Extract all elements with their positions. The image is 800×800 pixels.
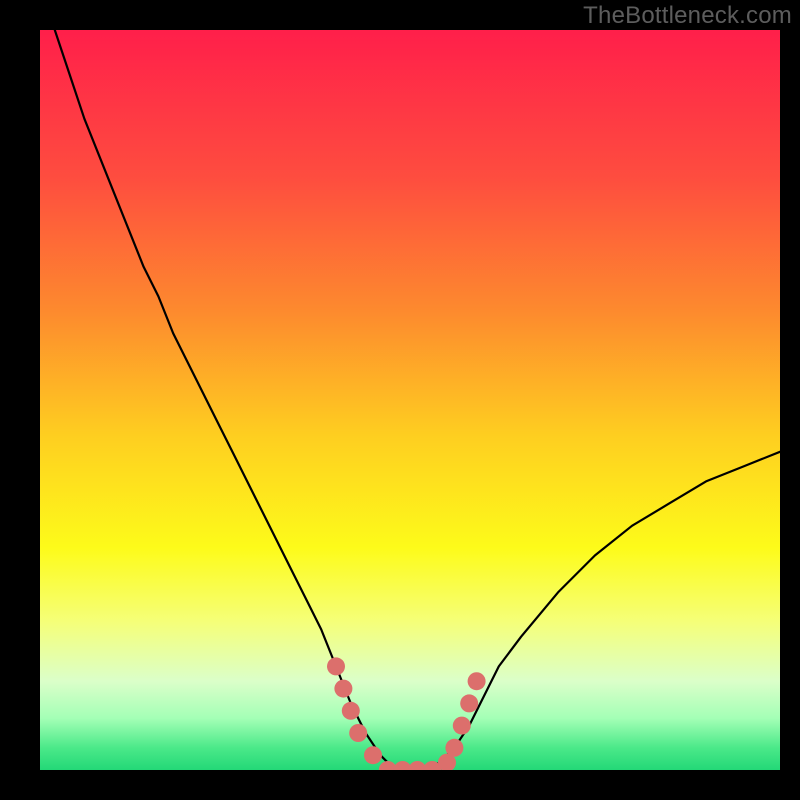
highlight-dot [460,694,478,712]
watermark-text: TheBottleneck.com [583,2,792,30]
highlight-dot [445,739,463,757]
highlight-dot [364,746,382,764]
highlight-dot [342,702,360,720]
highlight-dot [349,724,367,742]
highlight-dot [334,680,352,698]
chart-frame: TheBottleneck.com [0,0,800,800]
highlight-dot [468,672,486,690]
plot-area [40,30,780,770]
gradient-background [40,30,780,770]
highlight-dot [453,717,471,735]
highlight-dot [327,657,345,675]
bottleneck-chart [40,30,780,770]
